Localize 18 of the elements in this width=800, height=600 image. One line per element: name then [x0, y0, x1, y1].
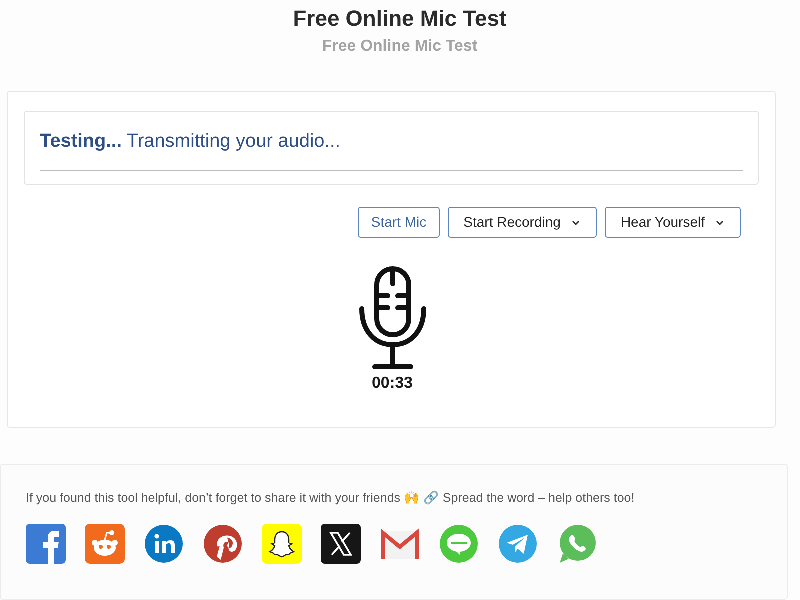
- chat-bubble-icon[interactable]: [439, 524, 479, 564]
- status-text: Testing... Transmitting your audio...: [40, 130, 743, 171]
- dropdown-button[interactable]: Start Recording: [448, 207, 597, 238]
- whatsapp-icon[interactable]: [557, 524, 597, 564]
- page-subtitle: Free Online Mic Test: [322, 37, 478, 57]
- share-message: If you found this tool helpful, don’t forget to share it with your friends 🙌 🔗 Spread the word – help others too!: [26, 490, 636, 506]
- facebook-icon[interactable]: [26, 524, 66, 564]
- snapchat-icon[interactable]: [262, 524, 302, 564]
- microphone-icon: [358, 266, 426, 370]
- x-logo-icon[interactable]: [321, 524, 361, 564]
- page-title: Free Online Mic Test: [293, 5, 507, 33]
- start-button[interactable]: Start Mic: [358, 207, 440, 238]
- timer: 00:33: [372, 374, 413, 394]
- dropdown-button[interactable]: Hear Yourself: [604, 207, 741, 238]
- linkedin-icon[interactable]: [144, 524, 184, 564]
- telegram-icon[interactable]: [498, 524, 538, 564]
- reddit-icon[interactable]: [85, 524, 125, 564]
- pinterest-icon[interactable]: [203, 524, 243, 564]
